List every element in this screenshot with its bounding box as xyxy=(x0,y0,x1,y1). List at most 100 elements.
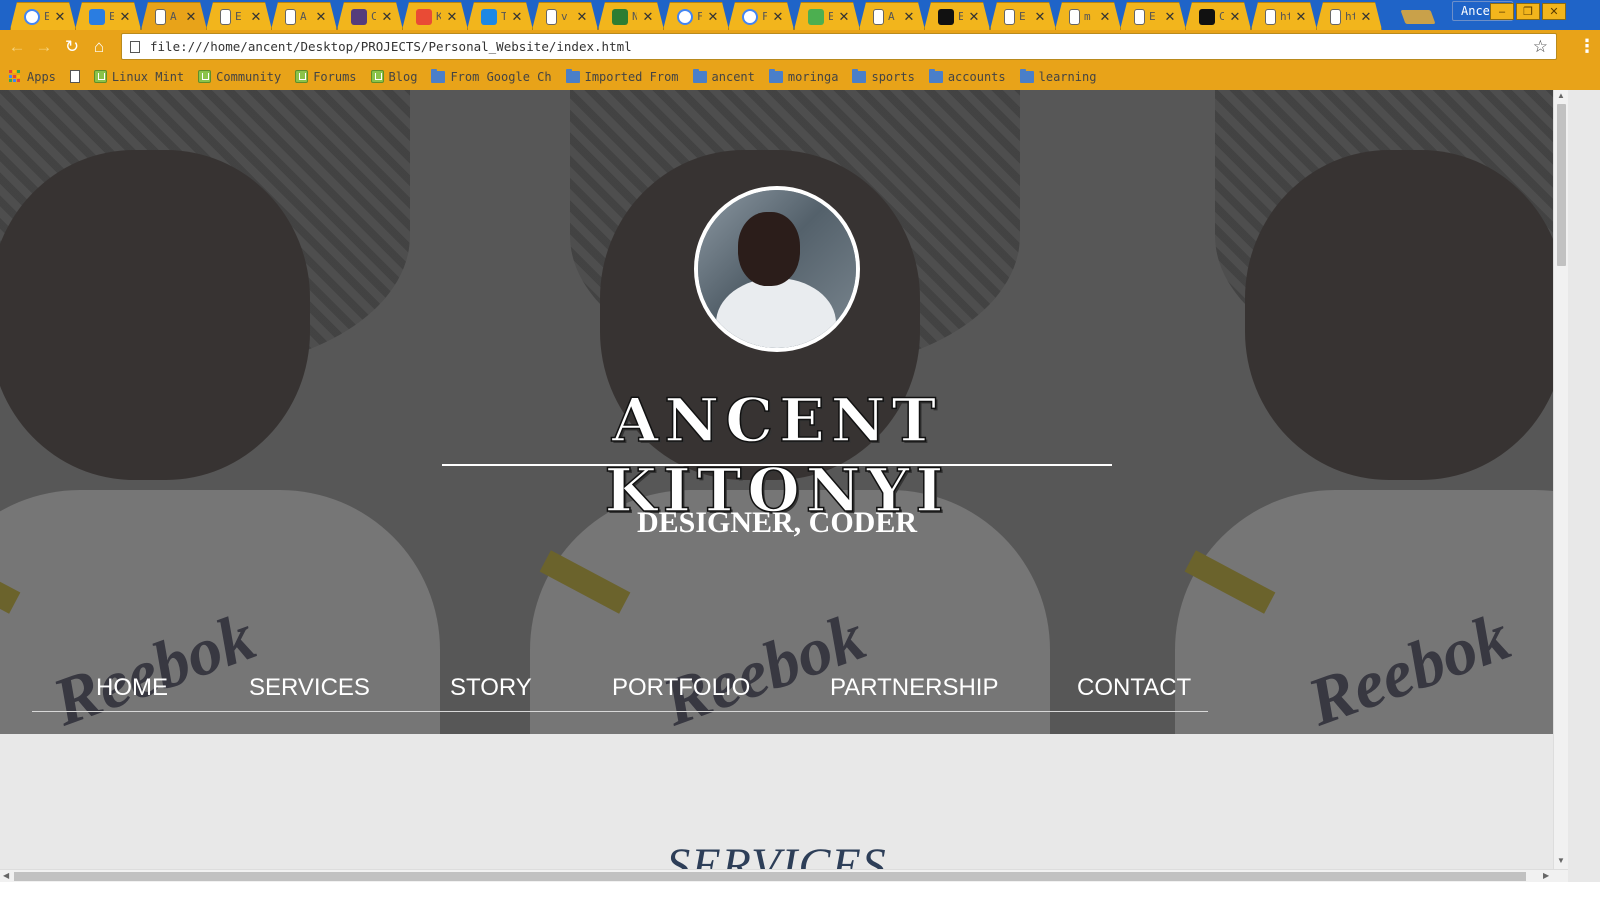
scroll-down-icon[interactable]: ▼ xyxy=(1557,856,1565,865)
browser-tab[interactable]: E✕ xyxy=(794,2,860,30)
bookmark-item[interactable]: learning xyxy=(1019,68,1096,84)
browser-tab[interactable]: N✕ xyxy=(598,2,664,30)
mint-icon xyxy=(295,70,309,83)
tab-close-icon[interactable]: ✕ xyxy=(1294,9,1308,25)
nav-home[interactable]: HOME xyxy=(96,674,168,702)
mint-icon xyxy=(370,70,384,83)
browser-tab[interactable]: T✕ xyxy=(467,2,533,30)
window-bottom xyxy=(0,882,1600,900)
tab-title: A xyxy=(888,10,895,23)
bookmark-item[interactable]: Blog xyxy=(370,70,417,84)
bookmarks-bar: Apps Linux Mint Community Forums Blog From Go… xyxy=(0,63,1600,90)
scroll-up-icon[interactable]: ▲ xyxy=(1557,91,1565,100)
nav-contact[interactable]: CONTACT xyxy=(1077,674,1191,702)
bookmark-item[interactable]: From Google Ch xyxy=(431,68,552,84)
browser-tab[interactable]: E✕ xyxy=(924,2,990,30)
tab-close-icon[interactable]: ✕ xyxy=(380,9,394,25)
tab-close-icon[interactable]: ✕ xyxy=(967,9,981,25)
main-nav: HOME SERVICES STORY PORTFOLIO PARTNERSHIP CON… xyxy=(32,670,1208,712)
tab-close-icon[interactable]: ✕ xyxy=(837,9,851,25)
bookmark-label: From Google Ch xyxy=(450,69,552,84)
back-arrow-icon[interactable]: ← xyxy=(6,36,28,58)
browser-tab[interactable]: htt ✕ xyxy=(1251,2,1317,30)
browser-tab[interactable]: E✕ xyxy=(75,2,141,30)
reload-icon[interactable]: ↻ xyxy=(61,36,83,58)
browser-tab[interactable]: E✕ xyxy=(990,2,1056,30)
tab-close-icon[interactable]: ✕ xyxy=(445,9,459,25)
bookmark-label: moringa xyxy=(787,69,839,84)
bookmark-item[interactable]: sports xyxy=(852,68,915,84)
tab-close-icon[interactable]: ✕ xyxy=(1228,9,1242,25)
bookmark-item[interactable]: Linux Mint xyxy=(93,70,184,84)
browser-tab[interactable]: E✕ xyxy=(1120,2,1186,30)
tab-close-icon[interactable]: ✕ xyxy=(771,9,785,25)
tab-close-icon[interactable]: ✕ xyxy=(575,9,589,25)
folder-icon xyxy=(1019,68,1034,83)
bookmark-label: sports xyxy=(871,69,915,84)
browser-tab[interactable]: E✕ xyxy=(206,2,272,30)
bookmark-item[interactable]: Forums xyxy=(295,70,357,84)
mint-icon xyxy=(198,70,212,83)
vertical-scrollbar[interactable]: ▲ ▼ xyxy=(1553,90,1568,869)
browser-tab[interactable]: E✕ xyxy=(10,2,76,30)
bookmark-star-icon[interactable]: ☆ xyxy=(1533,37,1548,57)
url-text[interactable]: file:///home/ancent/Desktop/PROJECTS/Per… xyxy=(150,39,1533,54)
tab-close-icon[interactable]: ✕ xyxy=(53,9,67,25)
nav-partnership[interactable]: PARTNERSHIP xyxy=(830,674,998,702)
nav-story[interactable]: STORY xyxy=(450,674,532,702)
tab-title: E xyxy=(1149,10,1156,23)
tab-close-icon[interactable]: ✕ xyxy=(1163,9,1177,25)
new-tab-button[interactable] xyxy=(1400,10,1436,24)
tab-title: htt xyxy=(1280,10,1287,23)
browser-tab[interactable]: A ✕ xyxy=(141,2,207,30)
tab-close-icon[interactable]: ✕ xyxy=(1033,9,1047,25)
bookmark-item[interactable]: moringa xyxy=(768,68,839,84)
page-icon xyxy=(1069,9,1080,25)
horizontal-scrollbar[interactable]: ◀ ▶ xyxy=(0,869,1568,882)
scroll-thumb[interactable] xyxy=(14,872,1526,881)
address-bar[interactable]: file:///home/ancent/Desktop/PROJECTS/Per… xyxy=(121,33,1557,60)
browser-tab[interactable]: v ✕ xyxy=(532,2,598,30)
nav-services[interactable]: SERVICES xyxy=(249,674,370,702)
browser-tab[interactable]: htt ✕ xyxy=(1316,2,1382,30)
bookmark-item[interactable]: Apps xyxy=(9,70,56,84)
tab-close-icon[interactable]: ✕ xyxy=(641,9,655,25)
minimize-icon[interactable]: – xyxy=(1490,3,1514,20)
bookmark-item[interactable]: accounts xyxy=(928,68,1006,84)
browser-tab[interactable]: Cen ✕ xyxy=(1185,2,1251,30)
browser-tab[interactable]: F✕ xyxy=(728,2,794,30)
home-icon[interactable]: ⌂ xyxy=(88,36,110,58)
browser-tab[interactable]: C✕ xyxy=(337,2,403,30)
menu-icon[interactable]: ⋮ xyxy=(1578,36,1596,57)
tab-close-icon[interactable]: ✕ xyxy=(118,9,132,25)
bookmark-item[interactable]: ancent xyxy=(692,68,755,84)
hero-section: Reebok Reebok Reebok ANCENT KITONYI DESI… xyxy=(0,90,1553,734)
close-window-icon[interactable]: ✕ xyxy=(1542,3,1566,20)
tab-close-icon[interactable]: ✕ xyxy=(1359,9,1373,25)
bookmark-item[interactable]: Imported From xyxy=(565,68,679,84)
bookmark-item[interactable]: Community xyxy=(198,70,281,84)
browser-tab[interactable]: F✕ xyxy=(663,2,729,30)
browser-tab[interactable]: A ✕ xyxy=(271,2,337,30)
tab-close-icon[interactable]: ✕ xyxy=(1098,9,1112,25)
nav-portfolio[interactable]: PORTFOLIO xyxy=(612,674,750,702)
tab-close-icon[interactable]: ✕ xyxy=(314,9,328,25)
tab-title: v xyxy=(561,10,568,23)
tab-title: E xyxy=(1019,10,1026,23)
hero-title: ANCENT KITONYI xyxy=(604,385,950,527)
tab-close-icon[interactable]: ✕ xyxy=(510,9,524,25)
scroll-right-icon[interactable]: ▶ xyxy=(1543,871,1549,880)
tab-close-icon[interactable]: ✕ xyxy=(706,9,720,25)
tab-close-icon[interactable]: ✕ xyxy=(249,9,263,25)
browser-tab[interactable]: K✕ xyxy=(402,2,468,30)
restore-icon[interactable]: ❐ xyxy=(1516,3,1540,20)
scroll-thumb[interactable] xyxy=(1557,104,1566,266)
tab-close-icon[interactable]: ✕ xyxy=(184,9,198,25)
bookmark-item[interactable] xyxy=(69,70,80,83)
github-icon xyxy=(1199,9,1215,25)
browser-tab[interactable]: A ✕ xyxy=(859,2,925,30)
forward-arrow-icon[interactable]: → xyxy=(33,36,55,58)
tab-close-icon[interactable]: ✕ xyxy=(902,9,916,25)
browser-tab[interactable]: m ✕ xyxy=(1055,2,1121,30)
scroll-left-icon[interactable]: ◀ xyxy=(3,871,9,880)
